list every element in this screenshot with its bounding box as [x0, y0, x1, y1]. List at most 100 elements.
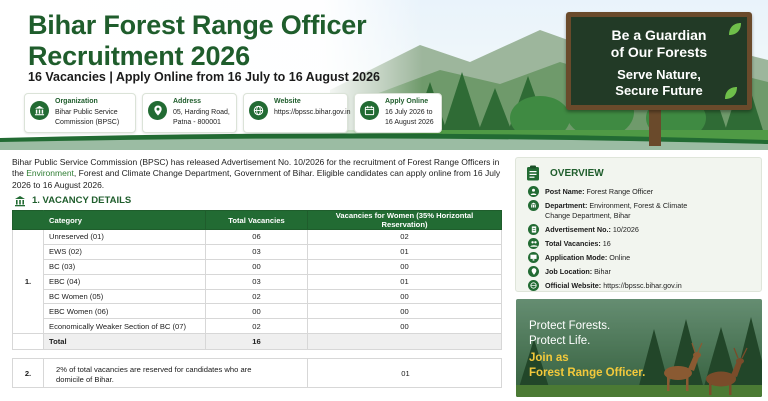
- promo-line1: Protect Forests.: [529, 320, 611, 332]
- sign-line1: Be a Guardian: [611, 27, 707, 43]
- address-value-line1: 05, Harding Road,: [173, 109, 230, 116]
- organization-value-line1: Bihar Public Service: [55, 109, 118, 116]
- total-cell: 03: [205, 273, 308, 290]
- apply-online-value: 16 July 2026 to 16 August 2026: [385, 108, 434, 127]
- women-cell: 00: [307, 303, 502, 320]
- overview-key: Department:: [545, 201, 588, 210]
- sign-tagline: Serve Nature, Secure Future: [571, 67, 747, 99]
- women-cell: 00: [307, 318, 502, 335]
- clipboard-icon: [527, 165, 539, 181]
- sign-line4: Secure Future: [615, 83, 703, 98]
- overview-value: Forest Range Officer: [586, 187, 654, 196]
- serial-cell: 2.: [13, 359, 44, 387]
- apply-online-card: Apply Online 16 July 2026 to 16 August 2…: [354, 93, 442, 133]
- address-value: 05, Harding Road, Patna - 800001: [173, 108, 230, 127]
- category-cell: BC (03): [43, 258, 206, 275]
- guardian-signboard: Be a Guardian of Our Forests Serve Natur…: [566, 12, 752, 110]
- table-row: EBC (04) 03 01: [13, 273, 502, 290]
- website-card[interactable]: Website https://bpssc.bihar.gov.in: [243, 93, 351, 133]
- serial-column-header: [12, 210, 44, 230]
- total-vacancies-column-header: Total Vacancies: [205, 210, 308, 230]
- building-icon: [15, 196, 25, 207]
- globe-icon: [249, 101, 268, 120]
- user-icon: [528, 186, 539, 197]
- table-row: 1. Unreserved (01) 06 02: [12, 228, 502, 335]
- vacancy-heading-text: 1. VACANCY DETAILS: [32, 195, 132, 206]
- page-title-line1: Bihar Forest Range Officer: [28, 10, 367, 40]
- address-value-line2: Patna - 800001: [173, 118, 221, 126]
- apply-online-value-line2: 16 August 2026: [385, 118, 434, 126]
- domicile-text: 2% of total vacancies are reserved for c…: [56, 365, 252, 384]
- table-header-row: Category Total Vacancies Vacancies for W…: [12, 210, 502, 230]
- building-icon: [30, 101, 49, 120]
- address-card: Address 05, Harding Road, Patna - 800001: [142, 93, 237, 133]
- total-row: Total 16: [12, 333, 502, 351]
- domicile-value: 01: [401, 368, 410, 378]
- promo-line4: Forest Range Officer.: [529, 367, 646, 379]
- total-value-cell: 16: [205, 333, 308, 351]
- sign-heading: Be a Guardian of Our Forests: [571, 27, 747, 61]
- organization-value-line2: Commission (BPSC): [55, 118, 120, 126]
- total-cell: 02: [205, 318, 308, 335]
- serial-cell: 1.: [12, 228, 44, 335]
- intro-text-part2: , Forest and Climate Change Department, …: [12, 168, 501, 190]
- intro-paragraph: Bihar Public Service Commission (BPSC) h…: [12, 157, 504, 191]
- organization-label: Organization: [55, 98, 98, 105]
- location-pin-icon: [148, 101, 167, 120]
- total-label-cell: Total: [43, 333, 206, 351]
- building-icon: [528, 200, 539, 211]
- women-cell: 00: [307, 288, 502, 305]
- promo-line3: Join as: [529, 352, 569, 364]
- overview-key: Advertisement No.:: [545, 225, 611, 234]
- total-cell: 00: [205, 258, 308, 275]
- organization-value: Bihar Public Service Commission (BPSC): [55, 108, 119, 127]
- overview-value: 16: [602, 239, 611, 248]
- apply-online-label: Apply Online: [385, 98, 429, 105]
- overview-heading-text: OVERVIEW: [550, 168, 604, 179]
- page-subtitle: 16 Vacancies | Apply Online from 16 July…: [28, 70, 381, 84]
- women-vacancies-column-header: Vacancies for Women (35% Horizontal Rese…: [307, 210, 502, 230]
- website-link[interactable]: https://bpssc.bihar.gov.in: [274, 108, 351, 118]
- category-cell: BC Women (05): [43, 288, 206, 305]
- overview-value: 10/2026: [612, 225, 639, 234]
- promo-headline: Protect Forests. Protect Life.: [529, 319, 610, 349]
- total-women-cell: [307, 333, 502, 351]
- website-value-line1[interactable]: https://bpssc.bihar.gov.in: [274, 108, 351, 118]
- table-row: Economically Weaker Section of BC (07) 0…: [13, 318, 502, 335]
- table-row: BC (03) 00 00: [13, 258, 502, 275]
- overview-key: Post Name:: [545, 187, 585, 196]
- promo-banner: Protect Forests. Protect Life. Join as F…: [516, 299, 762, 397]
- leaf-icon: [729, 23, 741, 35]
- monitor-icon: [528, 252, 539, 263]
- overview-key: Total Vacancies:: [545, 239, 601, 248]
- category-cell: EBC Women (06): [43, 303, 206, 320]
- calendar-icon: [360, 101, 379, 120]
- total-cell: 06: [205, 229, 308, 245]
- category-column-header: Category: [43, 210, 206, 230]
- promo-cta: Join as Forest Range Officer.: [529, 351, 645, 381]
- official-website-link[interactable]: https://bpssc.bihar.gov.in: [603, 281, 682, 290]
- overview-key: Official Website:: [545, 281, 602, 290]
- overview-value: Online: [609, 253, 631, 262]
- total-cell: 03: [205, 243, 308, 260]
- category-cell: EBC (04): [43, 273, 206, 290]
- organization-card: Organization Bihar Public Service Commis…: [24, 93, 136, 133]
- category-cell: Unreserved (01): [43, 229, 206, 245]
- table-row: EWS (02) 03 01: [13, 243, 502, 260]
- document-icon: [528, 224, 539, 235]
- women-cell: 01: [307, 243, 502, 260]
- women-cell: 00: [307, 258, 502, 275]
- intro-highlight: Environment: [26, 168, 74, 179]
- overview-key: Application Mode:: [545, 253, 608, 262]
- sign-line3: Serve Nature,: [617, 67, 701, 82]
- globe-icon: [528, 280, 539, 291]
- address-label: Address: [173, 98, 202, 105]
- sign-post: [649, 110, 661, 146]
- women-cell: 02: [307, 229, 502, 245]
- total-cell: 00: [205, 303, 308, 320]
- overview-panel: OVERVIEW Post Name: Forest Range Officer…: [515, 157, 762, 292]
- apply-online-value-line1: 16 July 2026 to: [385, 109, 433, 116]
- promo-line2: Protect Life.: [529, 335, 591, 347]
- location-pin-icon: [528, 266, 539, 277]
- hero-banner: Bihar Forest Range Officer Recruitment 2…: [0, 0, 768, 150]
